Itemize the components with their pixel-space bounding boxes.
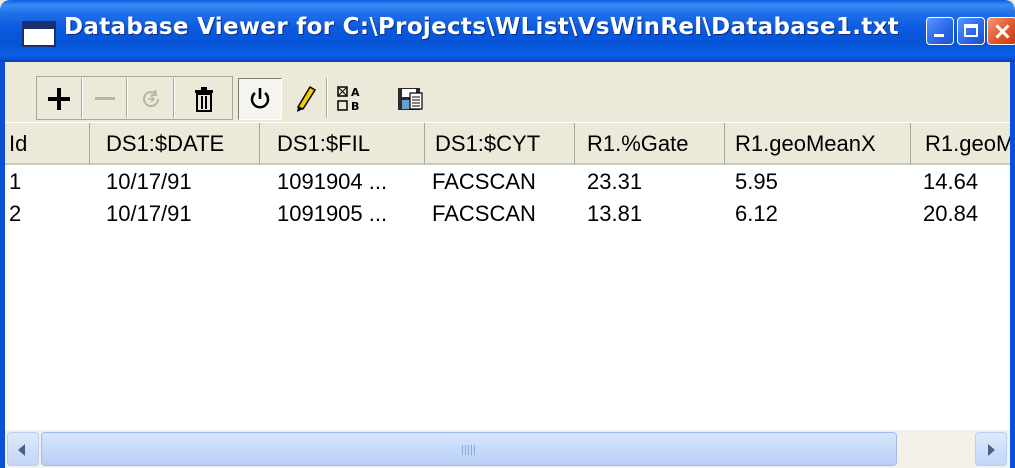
minimize-button[interactable] [926,17,954,45]
minus-icon [95,97,115,100]
trash-icon [195,87,213,112]
cell-cyt: FACSCAN [432,201,536,226]
arrow-left-icon [18,444,25,456]
cell-geom: 20.84 [923,201,979,226]
refresh-icon [143,89,160,108]
svg-text:A: A [351,86,360,99]
cell-geomeanx: 6.12 [735,201,778,226]
window-title: Database Viewer for C:\Projects\WList\Vs… [64,14,899,40]
column-header-date[interactable]: DS1:$DATE [90,123,260,165]
toolbar: A B [5,62,1010,122]
sort-icon: A B [337,86,360,113]
edit-button[interactable] [285,78,325,120]
scrollbar-thumb[interactable] [41,432,897,466]
scroll-left-button[interactable] [7,432,39,466]
window-icon [22,21,56,47]
refresh-button[interactable] [130,78,172,120]
cell-geom: 14.64 [923,169,979,194]
cell-id: 2 [9,201,22,226]
column-header-geom[interactable]: R1.geoM [911,123,1010,165]
save-icon [398,88,423,110]
sort-button[interactable]: A B [330,78,370,120]
toolbar-separator [326,78,328,118]
cell-geomeanx: 5.95 [735,169,778,194]
data-grid[interactable]: Id DS1:$DATE DS1:$FIL DS1:$CYT R1.%Gate … [5,122,1010,431]
pencil-icon [296,85,317,112]
column-header-geomeanx[interactable]: R1.geoMeanX [725,123,911,165]
cell-gate: 13.81 [587,201,643,226]
cell-date: 10/17/91 [106,201,192,226]
plus-icon [48,88,70,110]
close-button[interactable] [987,17,1015,45]
cell-cyt: FACSCAN [432,169,536,194]
column-header-cyt[interactable]: DS1:$CYT [425,123,575,165]
toolbar-separator [81,78,83,118]
column-header-id[interactable]: Id [5,123,90,165]
cell-fil: 1091904 ... [277,169,388,194]
grid-header-row: Id DS1:$DATE DS1:$FIL DS1:$CYT R1.%Gate … [5,123,1010,165]
cell-date: 10/17/91 [106,169,192,194]
table-row[interactable]: 2 10/17/91 1091905 ... FACSCAN 13.81 6.1… [5,198,1010,230]
toolbar-separator [173,78,175,118]
scroll-right-button[interactable] [975,432,1007,466]
horizontal-scrollbar[interactable] [5,430,1010,468]
maximize-button[interactable] [957,17,985,45]
column-header-gate[interactable]: R1.%Gate [575,123,725,165]
trash-button[interactable] [177,78,231,120]
cell-id: 1 [9,169,22,194]
svg-text:B: B [351,100,359,113]
cell-fil: 1091905 ... [277,201,388,226]
column-header-fil[interactable]: DS1:$FIL [260,123,425,165]
power-icon [250,88,270,109]
delete-record-button[interactable] [85,78,125,120]
arrow-right-icon [988,444,995,456]
table-row[interactable]: 1 10/17/91 1091904 ... FACSCAN 23.31 5.9… [5,166,1010,198]
save-button[interactable] [389,78,431,120]
title-bar[interactable]: Database Viewer for C:\Projects\WList\Vs… [0,0,1015,62]
toolbar-separator [126,78,128,118]
cell-gate: 23.31 [587,169,643,194]
power-button[interactable] [238,78,282,120]
database-viewer-window: Database Viewer for C:\Projects\WList\Vs… [0,0,1015,468]
grip-icon [462,445,476,455]
window-border-right [1010,62,1015,468]
add-record-button[interactable] [38,78,80,120]
